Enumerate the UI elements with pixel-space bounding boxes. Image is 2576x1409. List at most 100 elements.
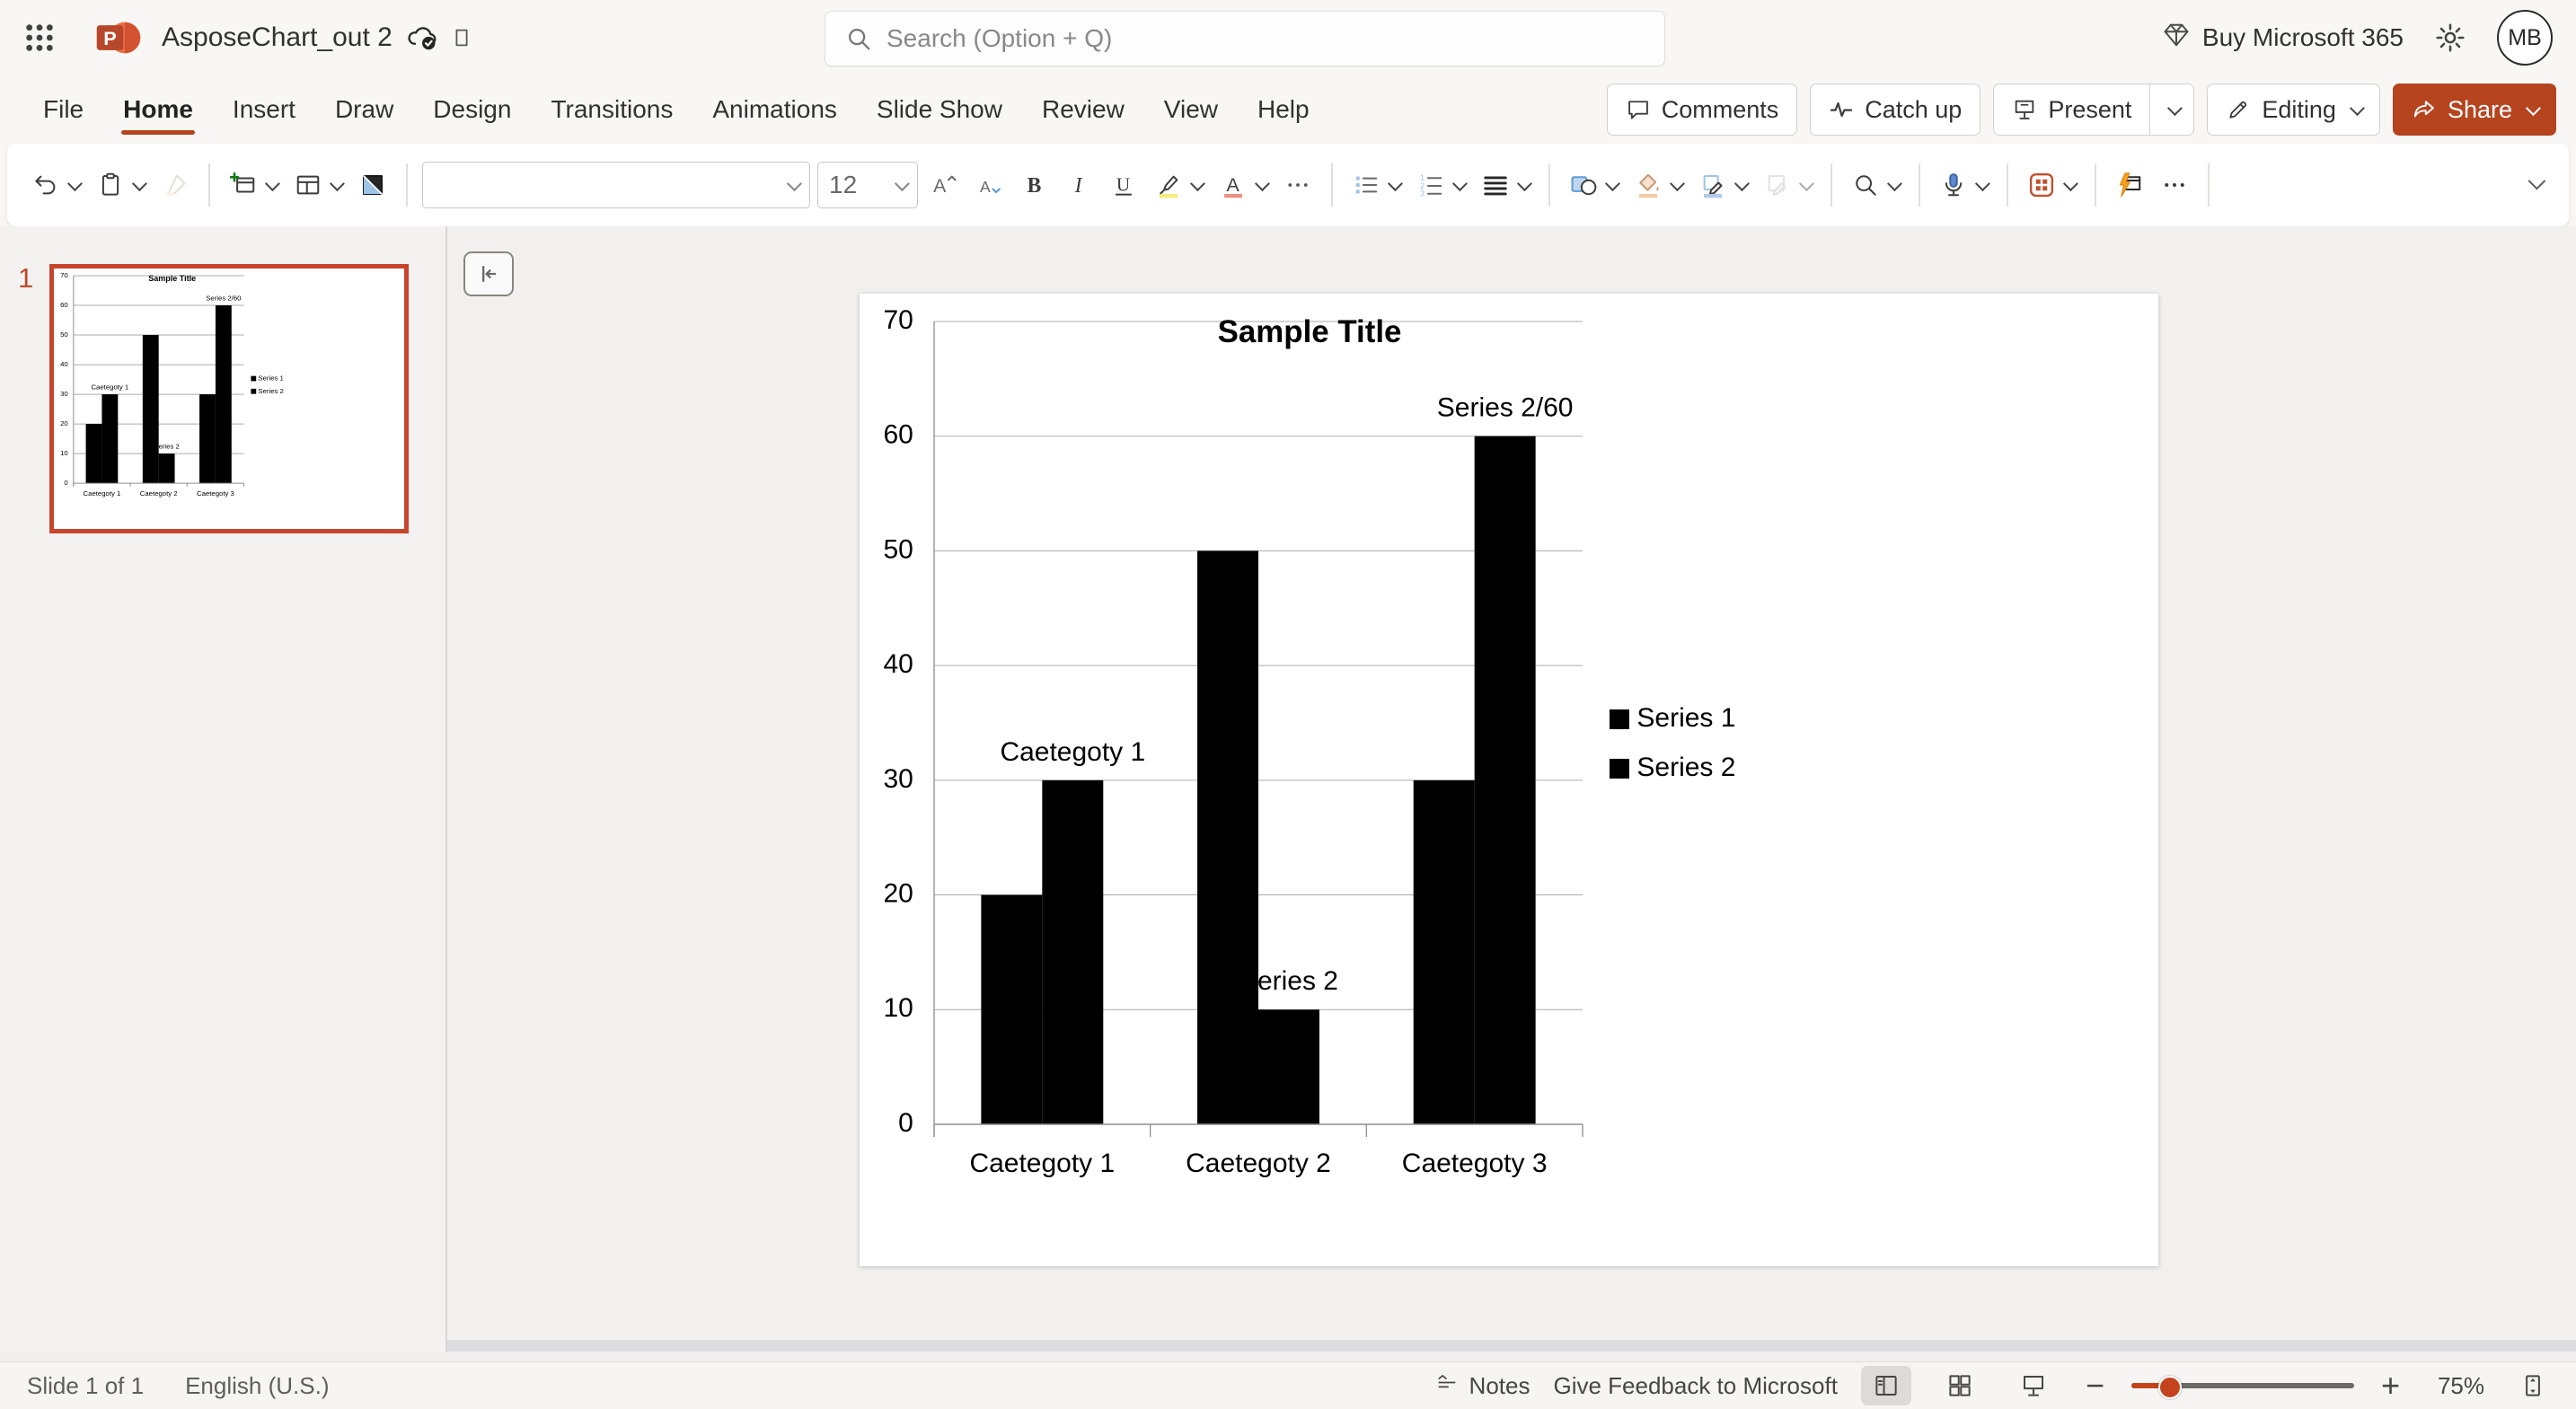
buy-microsoft-365-button[interactable]: Buy Microsoft 365 [2163, 22, 2404, 54]
svg-text:30: 30 [60, 390, 68, 398]
grow-font-button[interactable]: A [925, 166, 963, 204]
present-icon [2012, 97, 2037, 122]
menu-item-animations[interactable]: Animations [693, 83, 857, 136]
undo-icon [32, 172, 59, 198]
bold-icon: B [1020, 172, 1047, 198]
slide-chart[interactable]: Caetegoty 1 Series 2 Series 2/60 0 10 20 30 40 5… [860, 294, 2158, 1266]
zoom-out-button[interactable]: − [2082, 1369, 2108, 1402]
zoom-level[interactable]: 75% [2427, 1372, 2484, 1400]
slide-sorter-view-button[interactable] [1935, 1366, 1985, 1405]
align-button[interactable] [1477, 166, 1534, 204]
text-highlight-button[interactable] [1150, 166, 1207, 204]
zoom-in-button[interactable]: + [2378, 1369, 2404, 1402]
comments-button[interactable]: Comments [1606, 84, 1798, 136]
search-box[interactable] [825, 11, 1665, 66]
shrink-font-button[interactable]: A [970, 166, 1008, 204]
menu-item-design[interactable]: Design [413, 83, 531, 136]
normal-view-button[interactable] [1860, 1366, 1911, 1405]
chevron-down-icon [1451, 176, 1468, 192]
language-selector[interactable]: English (U.S.) [185, 1372, 329, 1400]
notes-button[interactable]: Notes [1435, 1371, 1531, 1401]
editing-button[interactable]: Editing [2207, 84, 2380, 136]
horizontal-scrollbar[interactable] [447, 1340, 2576, 1352]
cloud-saved-icon[interactable] [407, 24, 439, 52]
toolbar-items: 12 A A B I U A 1 2 3 [27, 162, 2217, 208]
chevron-down-icon [2062, 176, 2078, 192]
menu-item-insert[interactable]: Insert [213, 83, 315, 136]
notes-icon [1435, 1371, 1459, 1401]
shapes-button[interactable] [1565, 166, 1622, 204]
slide-number: 1 [18, 262, 34, 294]
slide-thumbnail[interactable]: Caetegoty 1 Series 2 Series 2/60 0 10 20 30 40 5… [49, 264, 409, 533]
toolbar-divider [2208, 163, 2210, 207]
settings-gear-icon[interactable] [2434, 22, 2466, 54]
slideshow-view-button[interactable] [2008, 1366, 2059, 1405]
menu-item-view[interactable]: View [1144, 83, 1238, 136]
overflow-icon [2161, 172, 2188, 198]
slide[interactable]: Caetegoty 1 Series 2 Series 2/60 0 10 20 30 40 5… [860, 294, 2158, 1266]
svg-text:I: I [1074, 174, 1083, 198]
chevron-down-icon [2525, 101, 2541, 117]
more-commands-button[interactable] [1279, 166, 1317, 204]
numbering-button[interactable]: 123 [1412, 166, 1469, 204]
undo-button[interactable] [27, 166, 84, 204]
underline-button[interactable]: U [1105, 166, 1142, 204]
svg-text:Series 2: Series 2 [258, 387, 283, 395]
menu-item-slide-show[interactable]: Slide Show [857, 83, 1022, 136]
designer-button[interactable] [2023, 166, 2080, 204]
paste-button[interactable] [92, 166, 149, 204]
reset-design-button[interactable] [354, 166, 392, 204]
slide-counter[interactable]: Slide 1 of 1 [27, 1372, 144, 1400]
quick-design-button[interactable] [2111, 166, 2148, 204]
overflow-button[interactable] [2156, 166, 2193, 204]
dictate-button[interactable] [1935, 166, 1992, 204]
notes-label: Notes [1469, 1371, 1531, 1399]
svg-text:70: 70 [884, 305, 913, 335]
catch-up-button[interactable]: Catch up [1810, 84, 1981, 136]
layout-button[interactable] [289, 166, 347, 204]
ribbon-toolbar: 12 A A B I U A 1 2 3 [7, 144, 2569, 226]
shape-outline-button[interactable] [1694, 166, 1751, 204]
share-button[interactable]: Share [2392, 84, 2556, 136]
shape-fill-button[interactable] [1629, 166, 1687, 204]
svg-text:A: A [933, 175, 947, 197]
document-title[interactable]: AsposeChart_out 2 [162, 22, 393, 53]
account-avatar[interactable]: MB [2497, 10, 2553, 66]
font-size-combo[interactable]: 12 [817, 162, 918, 208]
menu-item-draw[interactable]: Draw [315, 83, 413, 136]
chevron-down-icon [894, 176, 910, 192]
bold-button[interactable]: B [1015, 166, 1053, 204]
zoom-slider-thumb[interactable] [2157, 1376, 2182, 1399]
powerpoint-logo-icon[interactable]: P [95, 17, 142, 58]
toolbar-divider [1548, 163, 1550, 207]
menu-item-home[interactable]: Home [103, 83, 213, 136]
shape-effects-button[interactable] [1759, 166, 1816, 204]
chevron-down-icon [1604, 176, 1620, 192]
menu-item-review[interactable]: Review [1022, 83, 1144, 136]
italic-button[interactable]: I [1060, 166, 1098, 204]
present-dropdown[interactable] [2149, 84, 2193, 135]
slide-canvas[interactable]: Caetegoty 1 Series 2 Series 2/60 0 10 20 30 40 5… [447, 226, 2576, 1352]
menu-item-help[interactable]: Help [1238, 83, 1329, 136]
bullets-icon [1353, 172, 1380, 198]
app-launcher-waffle-icon[interactable] [11, 9, 68, 66]
format-painter-button[interactable] [156, 166, 194, 204]
font-color-button[interactable]: A [1214, 166, 1272, 204]
new-slide-button[interactable] [225, 166, 282, 204]
powerpoint-web-app: P AsposeChart_out 2 Buy Microsoft 365 MB [0, 0, 2576, 1409]
search-input[interactable] [885, 23, 1607, 54]
font-name-combo[interactable] [422, 162, 810, 208]
toolbar-divider [2095, 163, 2096, 207]
chevron-down-icon [1798, 176, 1814, 192]
zoom-slider[interactable] [2130, 1376, 2354, 1399]
svg-text:Series 2: Series 2 [1636, 753, 1735, 782]
fit-slide-to-window-button[interactable] [2508, 1366, 2558, 1405]
shape-effects-icon [1764, 172, 1791, 198]
find-button[interactable] [1847, 166, 1904, 204]
present-button[interactable]: Present [1993, 84, 2195, 136]
menu-item-file[interactable]: File [23, 83, 103, 136]
ribbon-collapse-button[interactable] [2526, 172, 2546, 193]
menu-item-transitions[interactable]: Transitions [531, 83, 693, 136]
bullets-button[interactable] [1347, 166, 1405, 204]
feedback-button[interactable]: Give Feedback to Microsoft [1553, 1372, 1837, 1400]
